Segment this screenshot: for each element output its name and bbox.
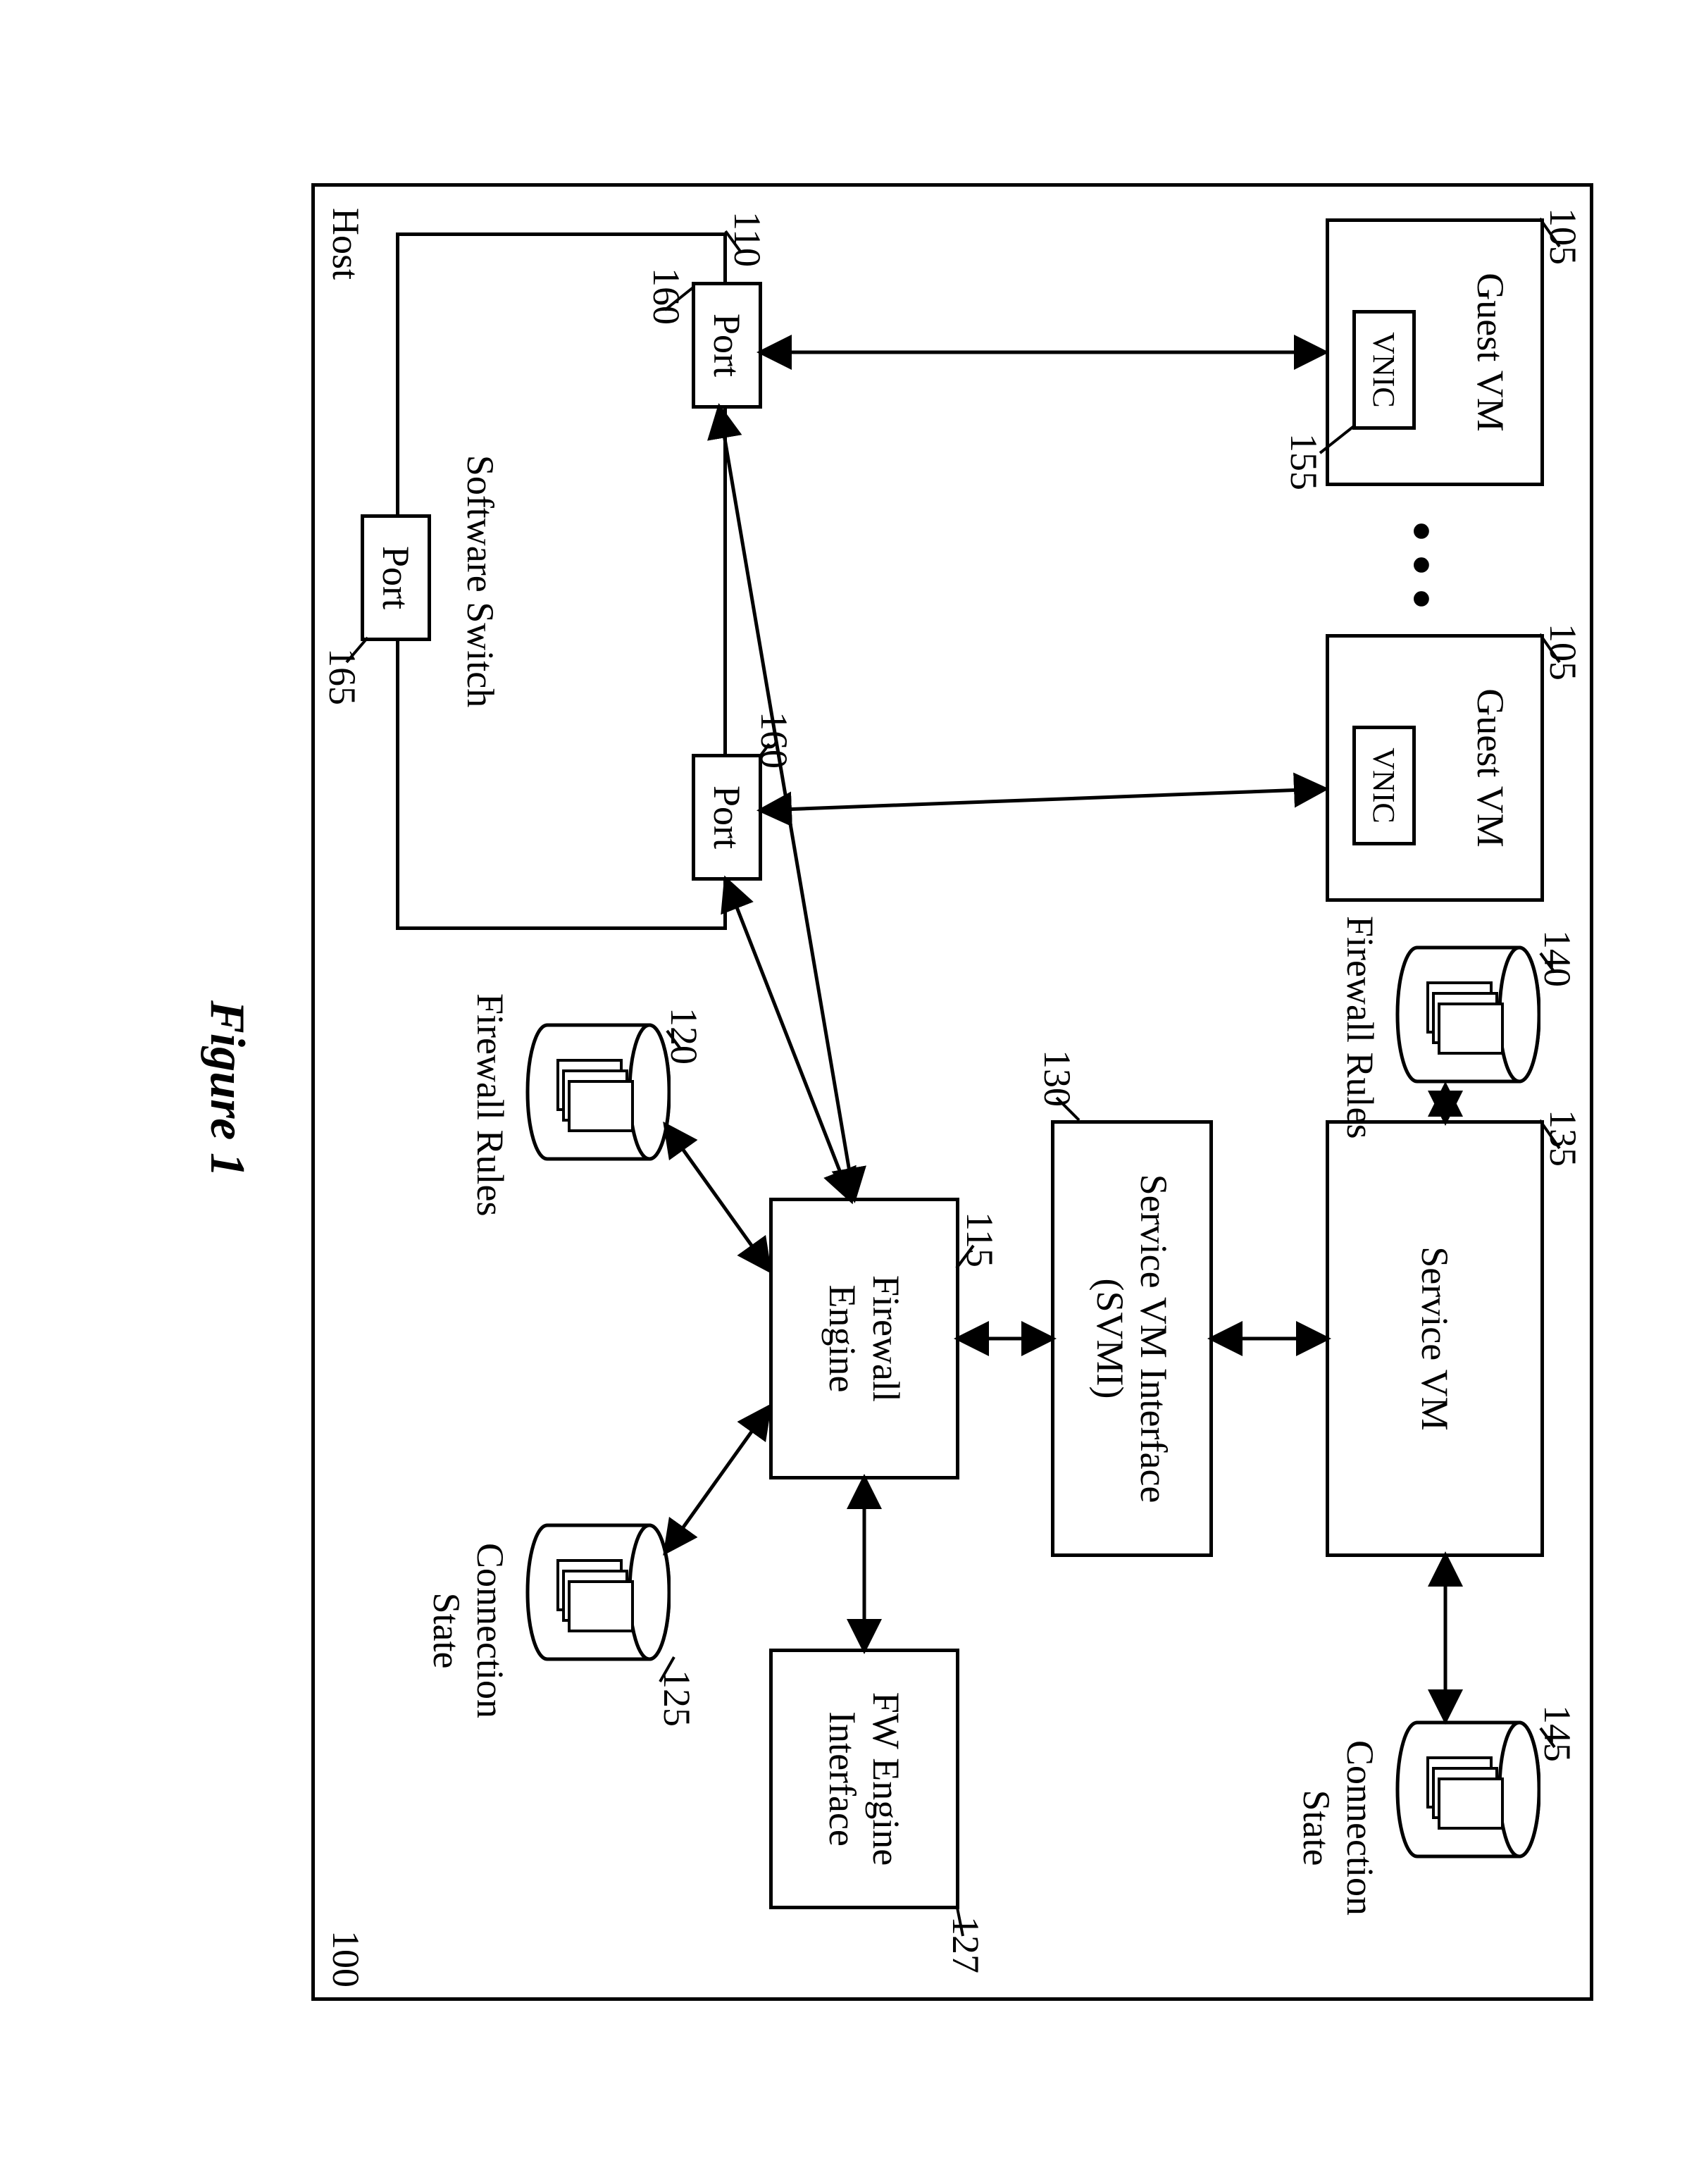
figure-caption: Figure 1 bbox=[199, 1000, 255, 1177]
arrows-layer bbox=[0, 0, 1706, 2184]
